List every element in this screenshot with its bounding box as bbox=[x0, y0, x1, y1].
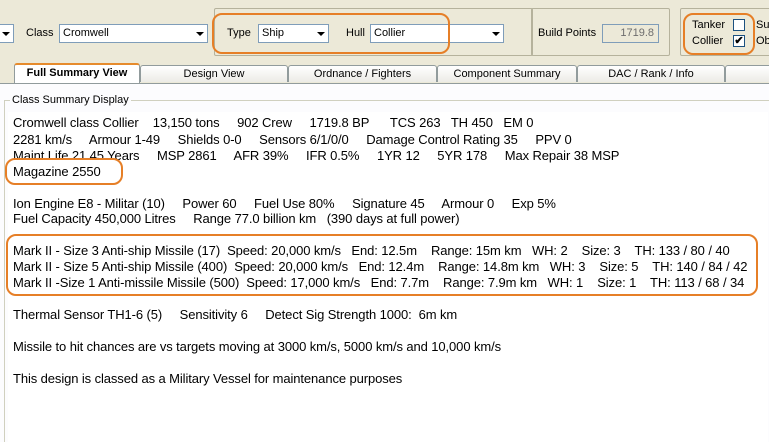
cut-label-bottom: Ob bbox=[756, 35, 769, 47]
tab-full-summary-view[interactable]: Full Summary View bbox=[14, 63, 140, 84]
collier-label: Collier bbox=[692, 35, 724, 47]
summary-line-engine: Ion Engine E8 - Militar (10) Power 60 Fu… bbox=[13, 196, 556, 211]
class-toolbar: Class Cromwell Type Ship Hull Collier Bu… bbox=[0, 0, 769, 62]
class-label: Class bbox=[26, 27, 54, 39]
type-value: Ship bbox=[262, 27, 285, 39]
build-points-field: 1719.8 bbox=[602, 24, 659, 43]
summary-line-maintenance-class: This design is classed as a Military Ves… bbox=[13, 371, 403, 386]
tab-component-summary[interactable]: Component Summary bbox=[437, 65, 577, 82]
build-points-label: Build Points bbox=[538, 27, 597, 39]
summary-line-magazine: Magazine 2550 bbox=[13, 164, 101, 179]
cut-label-top: Su bbox=[756, 19, 769, 31]
summary-line-hit-chances: Missile to hit chances are vs targets mo… bbox=[13, 339, 502, 354]
summary-line-speed: 2281 km/s Armour 1-49 Shields 0-0 Sensor… bbox=[13, 132, 572, 147]
tanker-collier-group bbox=[680, 8, 769, 56]
class-value: Cromwell bbox=[63, 27, 109, 39]
tab-ordnance-fighters[interactable]: Ordnance / Fighters bbox=[288, 65, 437, 82]
checkmark-icon: ✔ bbox=[734, 35, 744, 47]
summary-line-maintenance: Maint Life 21.45 Years MSP 2861 AFR 39% … bbox=[13, 148, 620, 163]
summary-line-fuel: Fuel Capacity 450,000 Litres Range 77.0 … bbox=[13, 211, 460, 226]
chevron-down-icon bbox=[0, 25, 13, 42]
hull-value: Collier bbox=[374, 27, 406, 39]
summary-line-missile-1: Mark II - Size 3 Anti-ship Missile (17) … bbox=[13, 243, 730, 258]
summary-line-missile-3: Mark II -Size 1 Anti-missile Missile (50… bbox=[13, 275, 745, 290]
type-label: Type bbox=[227, 27, 251, 39]
hull-select[interactable]: Collier bbox=[370, 24, 504, 43]
tab-dac-rank-info[interactable]: DAC / Rank / Info bbox=[577, 65, 725, 82]
chevron-down-icon bbox=[191, 25, 207, 42]
tab-design-view[interactable]: Design View bbox=[140, 65, 288, 82]
chevron-down-icon bbox=[487, 25, 503, 42]
summary-line-class: Cromwell class Collier 13,150 tons 902 C… bbox=[13, 115, 534, 130]
tanker-checkbox[interactable] bbox=[733, 19, 745, 31]
summary-line-missile-2: Mark II - Size 5 Anti-ship Missile (400)… bbox=[13, 259, 748, 274]
class-select[interactable]: Cromwell bbox=[59, 24, 208, 43]
summary-line-sensor: Thermal Sensor TH1-6 (5) Sensitivity 6 D… bbox=[13, 307, 458, 322]
hull-label: Hull bbox=[346, 27, 365, 39]
tanker-label: Tanker bbox=[692, 19, 726, 31]
frame-title: Class Summary Display bbox=[10, 94, 131, 106]
type-select[interactable]: Ship bbox=[258, 24, 329, 43]
tab-next-cut[interactable] bbox=[725, 65, 769, 82]
prev-combo[interactable] bbox=[0, 24, 14, 43]
chevron-down-icon bbox=[312, 25, 328, 42]
collier-checkbox[interactable]: ✔ bbox=[733, 35, 745, 47]
tab-strip: Full Summary View Design View Ordnance /… bbox=[0, 62, 769, 84]
